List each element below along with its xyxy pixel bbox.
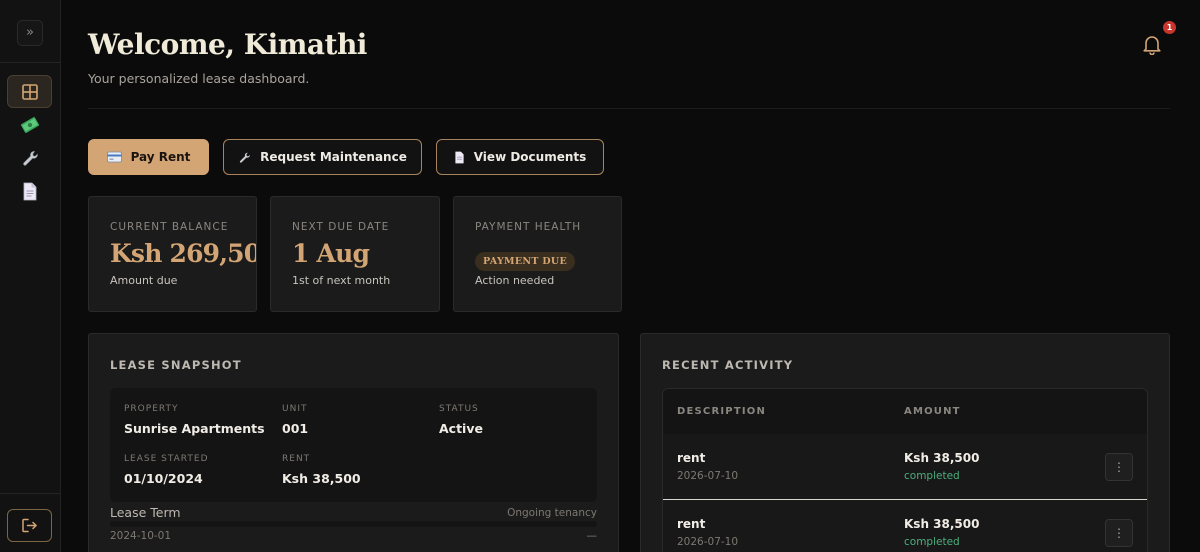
table-row: rent 2026-07-10 Ksh 38,500 completed ⋮ bbox=[663, 434, 1147, 499]
activity-date: 2026-07-10 bbox=[677, 470, 739, 482]
pay-rent-label: Pay Rent bbox=[130, 150, 191, 164]
pay-rent-button[interactable]: Pay Rent bbox=[88, 139, 209, 175]
stat-subtext: Amount due bbox=[110, 274, 178, 287]
panel-title: RECENT ACTIVITY bbox=[662, 358, 794, 372]
lease-term-end: — bbox=[586, 530, 598, 542]
document-icon bbox=[23, 182, 36, 201]
status-label: STATUS bbox=[439, 404, 479, 414]
unit-label: UNIT bbox=[282, 404, 308, 414]
more-vertical-icon: ⋮ bbox=[1113, 526, 1125, 540]
lease-snapshot-panel: LEASE SNAPSHOT PROPERTY Sunrise Apartmen… bbox=[88, 333, 619, 552]
view-documents-label: View Documents bbox=[473, 150, 587, 164]
view-documents-button[interactable]: View Documents bbox=[436, 139, 604, 175]
lease-term-note: Ongoing tenancy bbox=[507, 507, 597, 519]
current-balance-card: CURRENT BALANCE Ksh 269,500 Amount due bbox=[88, 196, 257, 312]
stat-subtext: Action needed bbox=[475, 274, 555, 287]
payment-due-badge: PAYMENT DUE bbox=[475, 252, 576, 271]
activity-amount: Ksh 38,500 bbox=[904, 451, 980, 465]
expand-sidebar-button[interactable]: » bbox=[17, 20, 43, 46]
panel-title: LEASE SNAPSHOT bbox=[110, 358, 242, 372]
lease-started-label: LEASE STARTED bbox=[124, 454, 209, 464]
activity-date: 2026-07-10 bbox=[677, 536, 739, 548]
money-icon bbox=[20, 116, 39, 133]
sidebar-item-maintenance[interactable] bbox=[7, 141, 52, 174]
column-header-description: DESCRIPTION bbox=[677, 406, 767, 417]
notification-badge: 1 bbox=[1163, 21, 1176, 34]
lease-details: PROPERTY Sunrise Apartments UNIT 001 STA… bbox=[110, 388, 597, 502]
activity-status: completed bbox=[904, 470, 960, 482]
bell-icon[interactable] bbox=[1141, 33, 1163, 55]
page-title: Welcome, Kimathi bbox=[88, 28, 367, 61]
lease-term-bar bbox=[110, 521, 597, 527]
request-maintenance-label: Request Maintenance bbox=[260, 150, 407, 164]
wrench-icon bbox=[22, 150, 38, 165]
sidebar-divider bbox=[0, 493, 61, 494]
table-header: DESCRIPTION AMOUNT bbox=[663, 389, 1147, 434]
stat-label: CURRENT BALANCE bbox=[110, 221, 229, 233]
property-label: PROPERTY bbox=[124, 404, 179, 414]
wrench-icon bbox=[240, 152, 250, 163]
column-header-amount: AMOUNT bbox=[904, 406, 961, 417]
credit-card-icon bbox=[106, 151, 122, 163]
document-icon bbox=[455, 151, 464, 163]
logout-icon bbox=[22, 518, 37, 533]
double-chevron-right-icon: » bbox=[26, 25, 34, 40]
payment-health-card: PAYMENT HEALTH PAYMENT DUE Action needed bbox=[453, 196, 622, 312]
property-value: Sunrise Apartments bbox=[124, 421, 265, 436]
activity-description: rent bbox=[677, 451, 706, 465]
sidebar-item-documents[interactable] bbox=[7, 175, 52, 208]
activity-status: completed bbox=[904, 536, 960, 548]
sidebar-item-payments[interactable] bbox=[7, 108, 52, 141]
stat-label: PAYMENT HEALTH bbox=[475, 221, 582, 233]
stat-label: NEXT DUE DATE bbox=[292, 221, 390, 233]
next-due-date-card: NEXT DUE DATE 1 Aug 1st of next month bbox=[270, 196, 440, 312]
recent-activity-panel: RECENT ACTIVITY DESCRIPTION AMOUNT rent … bbox=[640, 333, 1170, 552]
sidebar: » bbox=[0, 0, 61, 552]
more-vertical-icon: ⋮ bbox=[1113, 460, 1125, 474]
row-menu-button[interactable]: ⋮ bbox=[1105, 453, 1133, 481]
table-row: rent 2026-07-10 Ksh 38,500 completed ⋮ bbox=[663, 500, 1147, 552]
current-balance-value: Ksh 269,500 bbox=[110, 239, 256, 268]
header-divider bbox=[88, 108, 1170, 109]
activity-table: DESCRIPTION AMOUNT rent 2026-07-10 Ksh 3… bbox=[662, 388, 1148, 552]
status-value: Active bbox=[439, 421, 483, 436]
row-menu-button[interactable]: ⋮ bbox=[1105, 519, 1133, 547]
request-maintenance-button[interactable]: Request Maintenance bbox=[223, 139, 422, 175]
page-subtitle: Your personalized lease dashboard. bbox=[88, 71, 310, 86]
lease-started-value: 01/10/2024 bbox=[124, 471, 203, 486]
rent-label: RENT bbox=[282, 454, 311, 464]
unit-value: 001 bbox=[282, 421, 309, 436]
lease-term-label: Lease Term bbox=[110, 505, 181, 520]
stat-subtext: 1st of next month bbox=[292, 274, 391, 287]
lease-term-start: 2024-10-01 bbox=[110, 530, 172, 542]
activity-description: rent bbox=[677, 517, 706, 531]
rent-value: Ksh 38,500 bbox=[282, 471, 361, 486]
sidebar-divider bbox=[0, 62, 61, 63]
next-due-date-value: 1 Aug bbox=[292, 239, 370, 268]
sidebar-item-dashboard[interactable] bbox=[7, 75, 52, 108]
logout-button[interactable] bbox=[7, 509, 52, 542]
grid-icon bbox=[21, 83, 38, 100]
activity-amount: Ksh 38,500 bbox=[904, 517, 980, 531]
